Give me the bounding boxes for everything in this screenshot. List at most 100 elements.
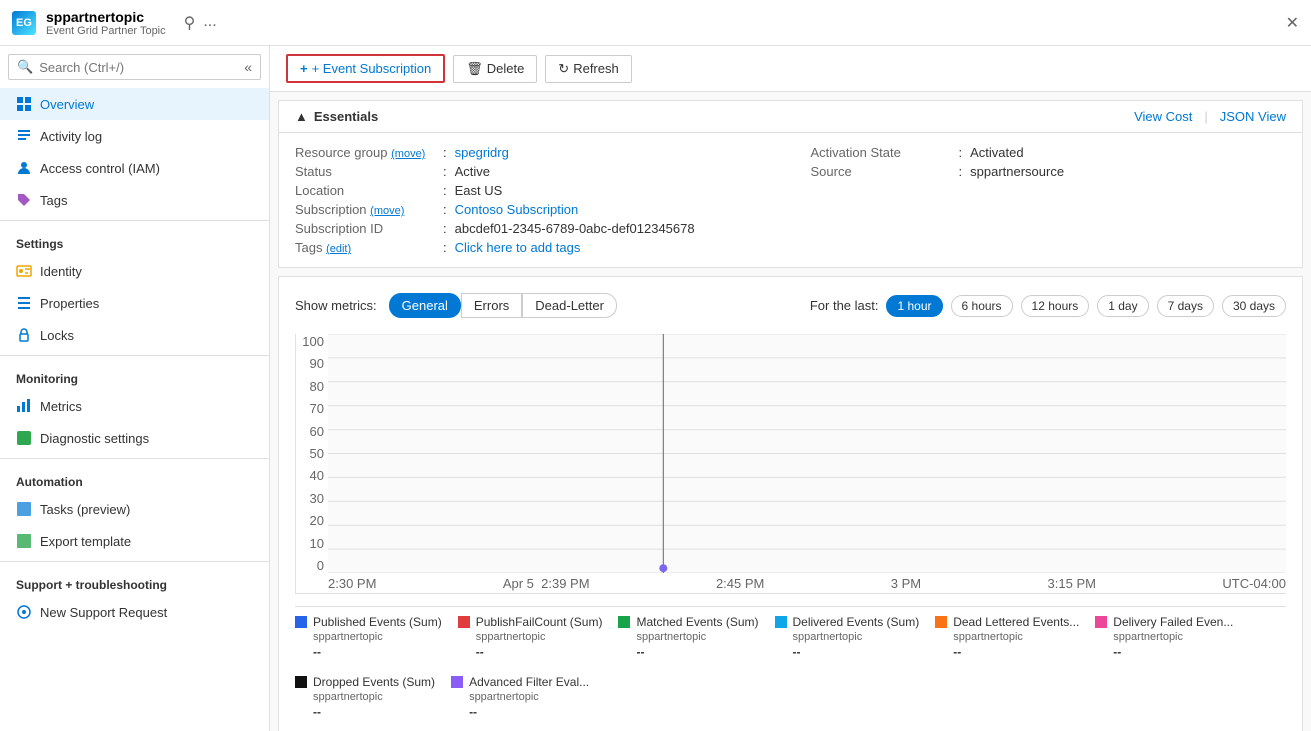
overview-icon [16,96,32,112]
tab-errors[interactable]: Errors [461,293,522,318]
tasks-icon [16,501,32,517]
access-control-icon [16,160,32,176]
sidebar-item-identity[interactable]: Identity [0,255,269,287]
time-6h-button[interactable]: 6 hours [951,295,1013,317]
metrics-icon [16,398,32,414]
sidebar-item-metrics[interactable]: Metrics [0,390,269,422]
source-label: Source [811,164,951,179]
subscription-id-label: Subscription ID [295,221,435,236]
delete-button[interactable]: 🗑 Delete [453,55,537,83]
resource-group-value[interactable]: spegridrg [455,145,509,160]
pin-icon[interactable]: ⚲ [184,13,196,33]
essentials-title-text: Essentials [314,109,378,124]
subscription-id-value: abcdef01-2345-6789-0abc-def012345678 [455,221,695,236]
tags-edit-link[interactable]: (edit) [326,243,351,255]
view-cost-link[interactable]: View Cost [1134,109,1192,124]
show-metrics-label: Show metrics: [295,298,377,313]
time-12h-button[interactable]: 12 hours [1021,295,1090,317]
sidebar-item-metrics-label: Metrics [40,399,82,414]
sidebar-item-diagnostic-label: Diagnostic settings [40,431,149,446]
support-section-header: Support + troubleshooting [0,566,269,596]
for-the-last-label: For the last: [810,298,879,313]
time-7d-button[interactable]: 7 days [1157,295,1214,317]
chart-y-labels: 100 90 80 70 60 50 40 30 20 10 0 [296,334,328,573]
tab-general[interactable]: General [389,293,461,318]
sidebar-item-tags[interactable]: Tags [0,184,269,216]
activity-log-icon [16,128,32,144]
event-subscription-button[interactable]: + + Event Subscription [286,54,445,83]
sidebar-item-tasks-label: Tasks (preview) [40,502,130,517]
metrics-controls: Show metrics: General Errors Dead-Letter… [295,293,1286,318]
locks-icon [16,327,32,343]
time-1d-button[interactable]: 1 day [1097,295,1148,317]
sidebar-item-access-control[interactable]: Access control (IAM) [0,152,269,184]
legend-deadlettered: Dead Lettered Events... sppartnertopic -… [935,615,1079,659]
legend-deliveryfailed-sub: sppartnertopic [1095,631,1233,643]
legend-publishfail-value: -- [458,645,603,659]
legend-dropped: Dropped Events (Sum) sppartnertopic -- [295,675,435,719]
metrics-section: Show metrics: General Errors Dead-Letter… [278,276,1303,731]
monitoring-section-header: Monitoring [0,360,269,390]
tab-dead-letter[interactable]: Dead-Letter [522,293,617,318]
legend-delivered-value: -- [775,645,920,659]
legend-publishfail-label: PublishFailCount (Sum) [476,615,603,629]
resource-group-row: Resource group (move) : spegridrg [295,145,771,160]
location-row: Location : East US [295,183,771,198]
search-box[interactable]: 🔍 « [8,54,261,80]
collapse-sidebar-button[interactable]: « [244,59,252,75]
sidebar-item-overview[interactable]: Overview [0,88,269,120]
sidebar: 🔍 « Overview Activity log Access control… [0,46,270,731]
subscription-value[interactable]: Contoso Subscription [455,202,579,217]
legend-deadlettered-label: Dead Lettered Events... [953,615,1079,629]
legend-dropped-label: Dropped Events (Sum) [313,675,435,689]
legend-publishfail: PublishFailCount (Sum) sppartnertopic -- [458,615,603,659]
time-30d-button[interactable]: 30 days [1222,295,1286,317]
sidebar-item-identity-label: Identity [40,264,82,279]
json-view-link[interactable]: JSON View [1220,109,1286,124]
essentials-section: ▲ Essentials View Cost | JSON View Resou… [278,100,1303,268]
source-value: sppartnersource [970,164,1064,179]
sidebar-item-locks[interactable]: Locks [0,319,269,351]
subscription-row: Subscription (move) : Contoso Subscripti… [295,202,771,217]
sidebar-item-diagnostic[interactable]: Diagnostic settings [0,422,269,454]
collapse-icon[interactable]: ▲ [295,109,308,124]
subscription-id-row: Subscription ID : abcdef01-2345-6789-0ab… [295,221,771,236]
sidebar-item-support[interactable]: New Support Request [0,596,269,628]
legend-deadlettered-sub: sppartnertopic [935,631,1079,643]
essentials-header: ▲ Essentials View Cost | JSON View [279,101,1302,133]
resource-group-move-link[interactable]: (move) [391,148,425,160]
legend-publishfail-color [458,616,470,628]
legend-deliveryfailed: Delivery Failed Even... sppartnertopic -… [1095,615,1233,659]
legend-published-sub: sppartnertopic [295,631,442,643]
legend-matched: Matched Events (Sum) sppartnertopic -- [618,615,758,659]
support-icon [16,604,32,620]
sidebar-item-export-template[interactable]: Export template [0,525,269,557]
title-bar: EG sppartnertopic Event Grid Partner Top… [0,0,1311,46]
legend-matched-sub: sppartnertopic [618,631,758,643]
plus-icon: + [300,61,308,76]
legend-matched-label: Matched Events (Sum) [636,615,758,629]
refresh-button[interactable]: ↻ Refresh [545,55,631,83]
close-button[interactable]: ✕ [1286,13,1299,33]
chart-svg [328,334,1286,573]
more-icon[interactable]: ... [203,13,216,33]
export-icon [16,533,32,549]
sidebar-item-tasks[interactable]: Tasks (preview) [0,493,269,525]
legend-delivered-sub: sppartnertopic [775,631,920,643]
sidebar-item-properties[interactable]: Properties [0,287,269,319]
legend-matched-value: -- [618,645,758,659]
tags-value[interactable]: Click here to add tags [455,240,581,255]
location-label: Location [295,183,435,198]
location-value: East US [455,183,503,198]
legend-deliveryfailed-value: -- [1095,645,1233,659]
search-input[interactable] [39,60,238,75]
legend-advancedfilter-value: -- [451,705,589,719]
legend-matched-color [618,616,630,628]
legend-delivered-color [775,616,787,628]
subscription-move-link[interactable]: (move) [370,205,404,217]
time-1h-button[interactable]: 1 hour [886,295,942,317]
legend-deliveryfailed-color [1095,616,1107,628]
sidebar-item-activity-log[interactable]: Activity log [0,120,269,152]
properties-icon [16,295,32,311]
legend-deadlettered-color [935,616,947,628]
